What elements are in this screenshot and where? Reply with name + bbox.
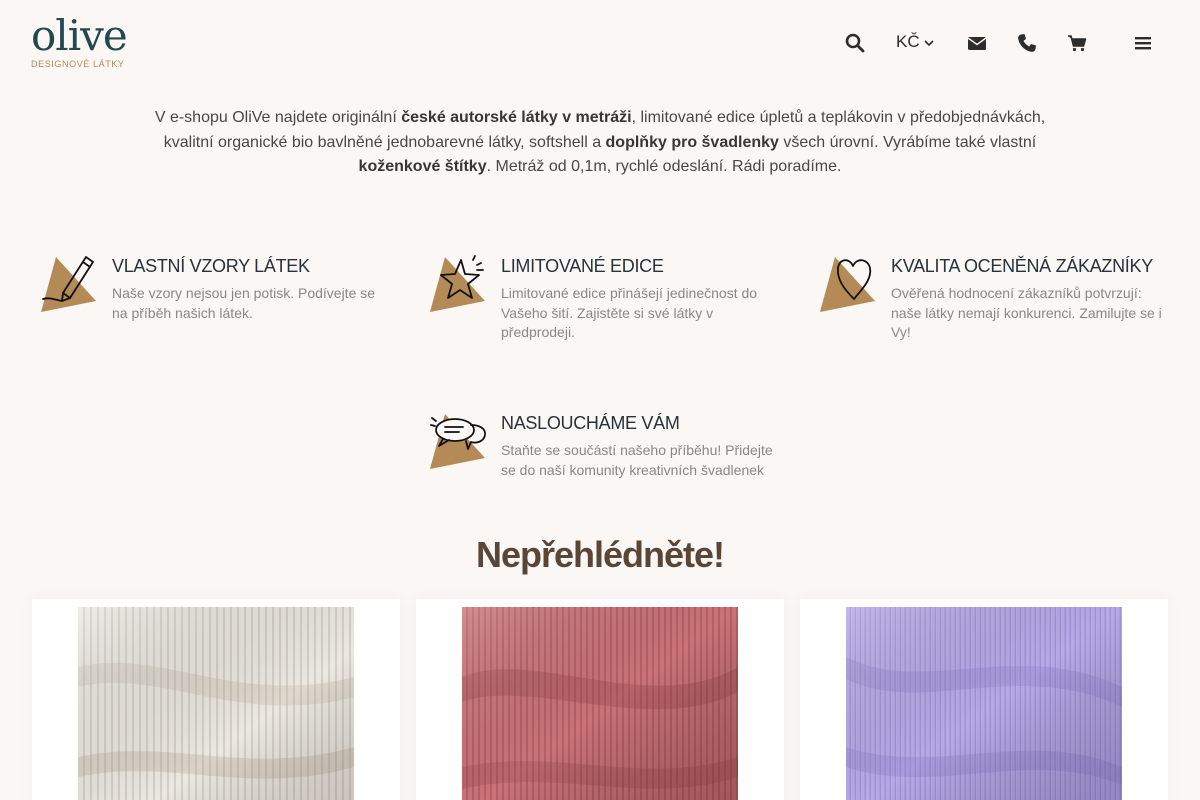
currency-label: KČ <box>896 32 920 51</box>
menu-icon[interactable] <box>1131 31 1155 55</box>
search-icon[interactable] <box>843 31 867 55</box>
intro-text: . Metráž od 0,1m, rychlé odeslání. Rádi … <box>486 158 842 175</box>
feature-text: Staňte se součástí našeho příběhu! Přide… <box>501 442 773 478</box>
logo[interactable]: olive DESIGNOVÉ LÁTKY <box>31 14 131 72</box>
feature-title: VLASTNÍ VZORY LÁTEK <box>112 256 310 276</box>
product-card[interactable] <box>800 599 1168 800</box>
feature-item: VLASTNÍ VZORY LÁTEK Naše vzory nejsou je… <box>40 254 400 354</box>
intro-text: V e-shopu OliVe najdete originální <box>154 109 402 126</box>
pencil-icon <box>40 254 100 314</box>
star-icon <box>429 254 489 314</box>
site-header: olive DESIGNOVÉ LÁTKY KČ <box>0 0 1200 90</box>
heart-icon <box>819 254 879 314</box>
feature-item: LIMITOVANÉ EDICE Limitované edice přináš… <box>429 254 789 354</box>
logo-wordmark: olive <box>31 11 128 60</box>
intro-text: všech úrovní. Vyrábíme také vlastní <box>778 133 1037 151</box>
intro-highlight: české autorské látky v metráži <box>401 109 632 126</box>
intro-highlight: doplňky pro švadlenky <box>605 133 779 151</box>
intro-highlight: koženkové štítky <box>358 158 487 175</box>
feature-item: KVALITA OCENĚNÁ ZÁKAZNÍKY Ověřená hodnoc… <box>819 254 1179 354</box>
product-image[interactable] <box>78 607 354 800</box>
product-image[interactable] <box>462 607 738 800</box>
cart-icon[interactable] <box>1065 31 1089 55</box>
feature-item: NASLOUCHÁME VÁM Staňte se součástí našeh… <box>429 411 789 511</box>
product-card[interactable] <box>416 599 784 800</box>
intro-paragraph: V e-shopu OliVe najdete originální české… <box>140 106 1060 180</box>
speech-bubbles-icon <box>429 411 489 471</box>
logo-tagline: DESIGNOVÉ LÁTKY <box>31 59 125 69</box>
chevron-down-icon <box>924 32 934 52</box>
feature-title: NASLOUCHÁME VÁM <box>501 413 680 433</box>
feature-title: KVALITA OCENĚNÁ ZÁKAZNÍKY <box>891 256 1153 276</box>
feature-title: LIMITOVANÉ EDICE <box>501 256 664 276</box>
currency-select[interactable]: KČ <box>896 32 934 52</box>
phone-icon[interactable] <box>1015 31 1039 55</box>
product-card[interactable] <box>32 599 400 800</box>
feature-text: Limitované edice přinášejí jedinečnost d… <box>501 285 758 340</box>
feature-text: Ověřená hodnocení zákazníků potvrzují: n… <box>891 285 1162 340</box>
section-title: Nepřehlédněte! <box>475 534 725 575</box>
envelope-icon[interactable] <box>965 31 989 55</box>
product-image[interactable] <box>846 607 1122 800</box>
feature-text: Naše vzory nejsou jen potisk. Podívejte … <box>112 285 376 321</box>
